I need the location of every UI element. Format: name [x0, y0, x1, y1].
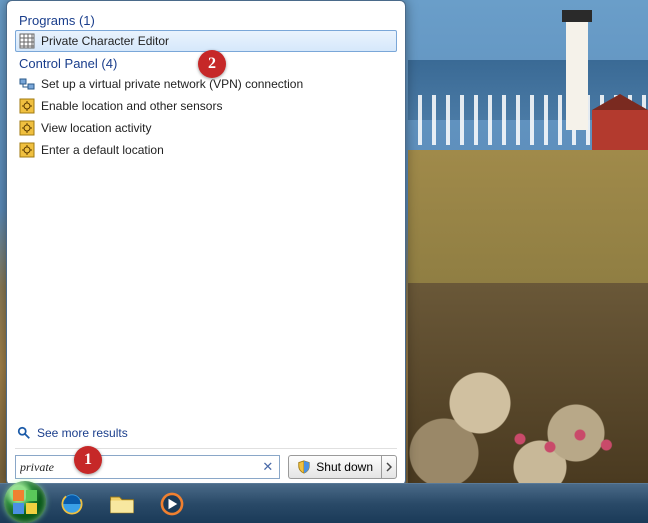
result-label: Private Character Editor — [41, 34, 169, 48]
result-view-location-activity[interactable]: View location activity — [15, 117, 397, 139]
result-label: View location activity — [41, 121, 152, 135]
taskbar-explorer-button[interactable] — [98, 487, 146, 521]
result-enter-default-location[interactable]: Enter a default location — [15, 139, 397, 161]
spacer — [15, 161, 397, 422]
editor-grid-icon — [19, 33, 35, 49]
result-enable-location-sensors[interactable]: Enable location and other sensors — [15, 95, 397, 117]
search-input[interactable] — [20, 460, 260, 475]
taskbar-ie-button[interactable] — [48, 487, 96, 521]
shutdown-button[interactable]: Shut down — [288, 455, 381, 479]
section-header-programs: Programs (1) — [15, 9, 397, 30]
result-private-character-editor[interactable]: Private Character Editor — [15, 30, 397, 52]
annotation-marker-2: 2 — [198, 50, 226, 78]
result-label: Enable location and other sensors — [41, 99, 222, 113]
start-button[interactable] — [4, 481, 46, 523]
network-icon — [19, 76, 35, 92]
shutdown-label: Shut down — [316, 460, 373, 474]
clear-search-icon[interactable]: ✕ — [260, 459, 275, 475]
taskbar — [0, 483, 648, 523]
result-label: Enter a default location — [41, 143, 164, 157]
annotation-marker-1: 1 — [74, 446, 102, 474]
location-icon — [19, 98, 35, 114]
taskbar-media-player-button[interactable] — [148, 487, 196, 521]
location-icon — [19, 120, 35, 136]
background-house — [592, 110, 648, 150]
location-icon — [19, 142, 35, 158]
see-more-label: See more results — [37, 426, 128, 440]
shield-icon — [297, 460, 311, 474]
search-box: ✕ — [15, 455, 280, 479]
see-more-results-link[interactable]: See more results — [15, 422, 397, 448]
shutdown-split-button: Shut down — [288, 455, 397, 479]
search-icon — [17, 426, 31, 440]
shutdown-options-button[interactable] — [381, 455, 397, 479]
background-lighthouse — [566, 20, 588, 130]
background-flowers — [508, 423, 628, 463]
start-menu-bottom-row: ✕ Shut down — [15, 448, 397, 479]
result-label: Set up a virtual private network (VPN) c… — [41, 77, 303, 91]
